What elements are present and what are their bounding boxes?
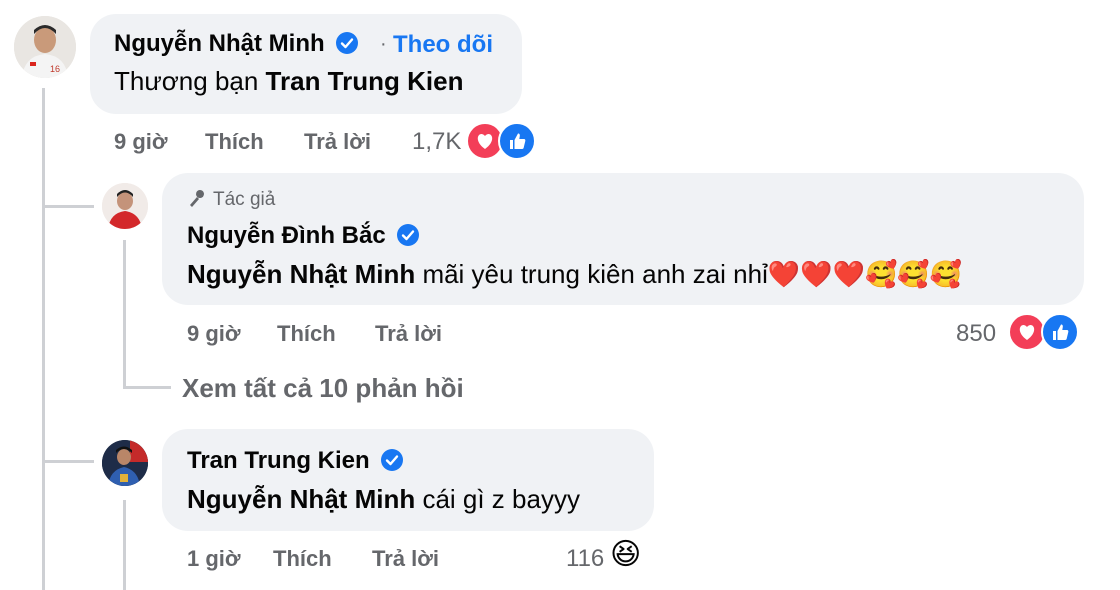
reaction-count[interactable]: 850 (956, 320, 996, 348)
commenter-name-text[interactable]: Nguyễn Nhật Minh (114, 30, 325, 57)
thread-connector-viewall (123, 386, 171, 389)
like-button[interactable]: Thích (205, 129, 264, 155)
commenter-name-text[interactable]: Tran Trung Kien (187, 447, 370, 474)
avatar-player-image (102, 440, 148, 486)
emoji-sequence: ❤️❤️❤️🥰🥰🥰 (767, 259, 963, 289)
comment-time[interactable]: 1 giờ (187, 546, 241, 572)
verified-badge-icon (336, 31, 359, 54)
avatar-player-image: 16 (14, 16, 76, 78)
commenter-name[interactable]: Nguyễn Nhật Minh (114, 30, 359, 58)
thread-line-main (42, 88, 45, 590)
like-button[interactable]: Thích (273, 546, 332, 572)
thread-connector-2 (42, 460, 94, 463)
comment-text-body: Thương bạn (114, 66, 266, 96)
avatar[interactable] (102, 183, 148, 229)
comment-time[interactable]: 9 giờ (187, 321, 241, 347)
like-button[interactable]: Thích (277, 321, 336, 347)
follow-button[interactable]: Theo dõi (393, 31, 493, 59)
commenter-name[interactable]: Tran Trung Kien (187, 447, 404, 475)
avatar[interactable]: 16 (14, 16, 76, 78)
like-reaction-icon (1041, 313, 1079, 351)
reaction-count[interactable]: 1,7K (412, 128, 461, 156)
reply-text-body: cái gì z bayyy (415, 484, 580, 514)
commenter-name[interactable]: Nguyễn Đình Bắc (187, 222, 420, 250)
mention-tag[interactable]: Nguyễn Nhật Minh (187, 484, 415, 514)
author-label: Tác giả (187, 189, 275, 211)
thread-line-reply2 (123, 500, 126, 590)
laugh-reaction-icon: 😆 (610, 538, 642, 571)
reply-bubble (162, 429, 654, 531)
svg-text:16: 16 (50, 64, 60, 74)
comment-bubble (90, 14, 522, 114)
comment-time[interactable]: 9 giờ (114, 129, 168, 155)
reply-button[interactable]: Trả lời (372, 546, 439, 572)
verified-badge-icon (397, 223, 420, 246)
reply-text: Nguyễn Nhật Minh cái gì z bayyy (187, 484, 580, 515)
like-reaction-icon (498, 122, 536, 160)
mention-tag[interactable]: Nguyễn Nhật Minh (187, 259, 415, 289)
reply-button[interactable]: Trả lời (304, 129, 371, 155)
reply-text-body: mãi yêu trung kiên anh zai nhỉ (415, 259, 768, 289)
avatar[interactable] (102, 440, 148, 486)
reply-button[interactable]: Trả lời (375, 321, 442, 347)
verified-badge-icon (381, 448, 404, 471)
view-all-replies-link[interactable]: Xem tất cả 10 phản hồi (182, 373, 464, 404)
reply-text: Nguyễn Nhật Minh mãi yêu trung kiên anh … (187, 259, 962, 290)
thread-connector-1 (42, 205, 94, 208)
comment-text: Thương bạn Tran Trung Kien (114, 66, 463, 97)
reaction-count[interactable]: 116 (566, 545, 604, 573)
microphone-icon (190, 189, 204, 207)
author-label-text: Tác giả (213, 189, 276, 210)
separator-dot: · (380, 33, 387, 55)
commenter-name-text[interactable]: Nguyễn Đình Bắc (187, 222, 386, 249)
avatar-player-image (102, 183, 148, 229)
mention-tag[interactable]: Tran Trung Kien (266, 66, 464, 96)
thread-line-reply1 (123, 240, 126, 388)
